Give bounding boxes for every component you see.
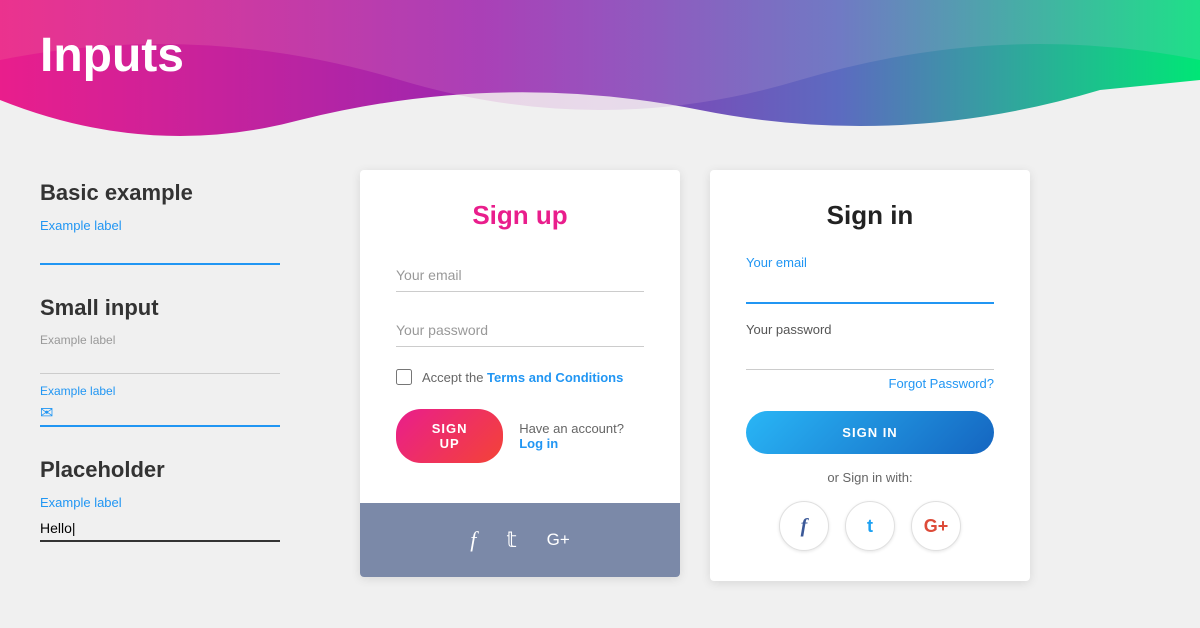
icon-input-label: Example label [40,384,280,398]
placeholder-input-field[interactable] [40,516,280,542]
terms-checkbox-row: Accept the Terms and Conditions [396,369,644,385]
forgot-password-link[interactable]: Forgot Password? [746,376,994,391]
basic-example-label: Example label [40,218,360,233]
signup-button[interactable]: SIGN UP [396,409,503,463]
icon-input-field[interactable] [40,402,280,427]
signup-google-icon[interactable]: G+ [547,530,570,550]
signin-button[interactable]: SIGN IN [746,411,994,454]
signup-email-input[interactable] [396,259,644,292]
signin-card: Sign in Your email Your password Forgot … [710,170,1030,581]
basic-example-input[interactable] [40,239,280,265]
signin-google-button[interactable]: G+ [911,501,961,551]
signin-email-label: Your email [746,255,994,270]
mail-icon: ✉ [40,403,53,423]
twitter-icon: t [867,516,873,537]
signup-facebook-icon[interactable]: f [470,527,476,553]
facebook-icon: f [801,515,808,538]
signin-password-field: Your password [746,322,994,370]
signup-twitter-icon[interactable]: 𝕥 [506,527,516,553]
left-column: Basic example Example label Small input … [40,170,360,542]
small-input-label1: Example label [40,333,360,347]
signin-email-input[interactable] [746,274,994,304]
signup-password-input[interactable] [396,314,644,347]
signup-password-field [396,314,644,347]
signup-email-field [396,259,644,292]
accept-text: Accept the [422,370,487,385]
login-link[interactable]: Log in [519,436,558,451]
signin-password-label: Your password [746,322,994,337]
small-input-section: Small input Example label Example label … [40,295,360,427]
signup-footer: f 𝕥 G+ [360,503,680,577]
signup-card: Sign up Accept the Terms and Conditions … [360,170,680,577]
placeholder-label: Example label [40,495,360,510]
signup-actions: SIGN UP Have an account? Log in [396,409,644,463]
terms-checkbox[interactable] [396,369,412,385]
terms-label: Accept the Terms and Conditions [422,370,623,385]
signin-password-input[interactable] [746,341,994,370]
signin-facebook-button[interactable]: f [779,501,829,551]
small-input-field[interactable] [40,351,280,374]
or-signin-text: or Sign in with: [746,470,994,485]
signin-title: Sign in [746,200,994,231]
basic-example-title: Basic example [40,180,360,206]
terms-link[interactable]: Terms and Conditions [487,370,623,385]
input-with-icon-wrapper: Example label ✉ [40,384,280,427]
have-account-label: Have an account? [519,421,624,436]
signin-twitter-button[interactable]: t [845,501,895,551]
have-account-text: Have an account? Log in [519,421,644,451]
main-content: Basic example Example label Small input … [0,150,1200,628]
placeholder-section: Placeholder Example label [40,457,360,542]
signin-social-buttons: f t G+ [746,501,994,551]
page-title: Inputs [40,28,184,83]
signup-body: Sign up Accept the Terms and Conditions … [360,170,680,503]
small-input-title: Small input [40,295,360,321]
basic-example-section: Basic example Example label [40,180,360,265]
signup-title: Sign up [396,200,644,231]
google-icon: G+ [924,516,949,537]
placeholder-title: Placeholder [40,457,360,483]
signin-email-field: Your email [746,255,994,304]
